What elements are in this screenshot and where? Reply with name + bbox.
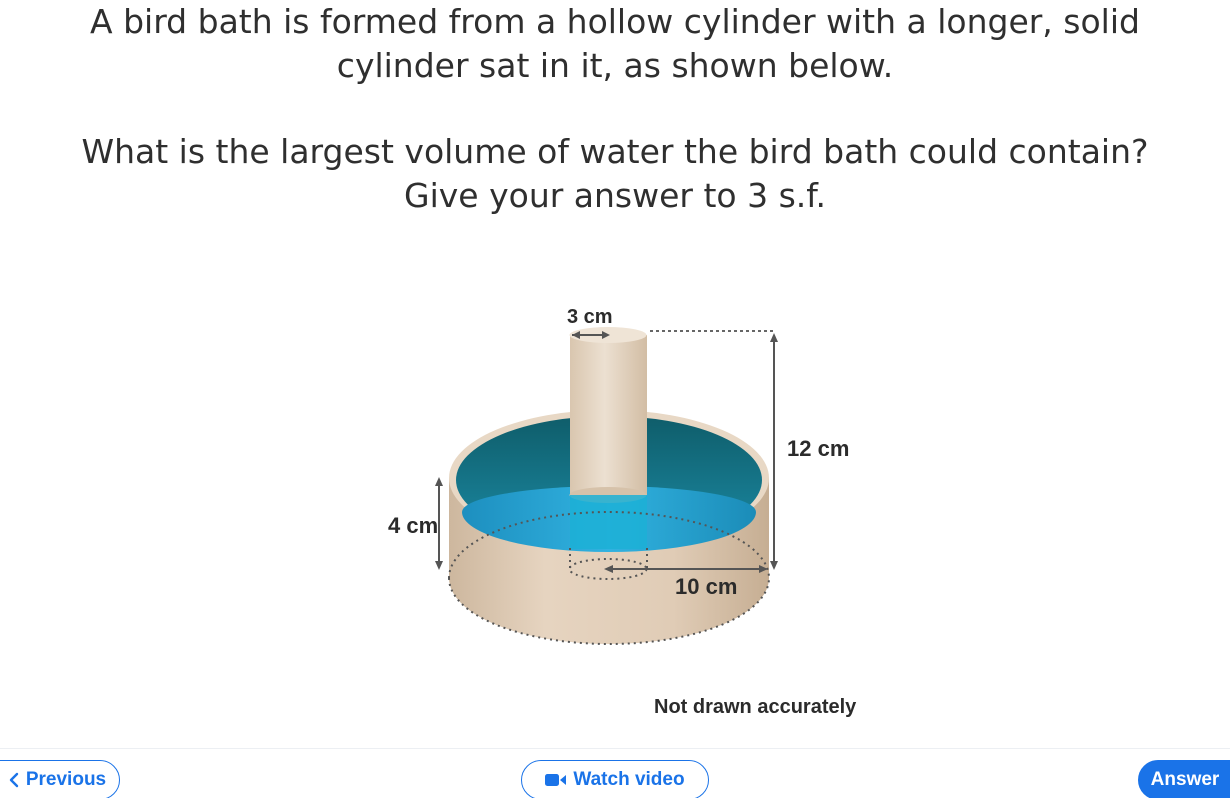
pillar-bottom bbox=[569, 487, 647, 503]
video-camera-icon bbox=[545, 773, 567, 787]
label-3cm: 3 cm bbox=[567, 306, 613, 328]
watch-video-label: Watch video bbox=[573, 769, 685, 790]
pillar-submerged bbox=[570, 495, 647, 549]
question-text: A bird bath is formed from a hollow cyli… bbox=[0, 0, 1230, 218]
bath-base-front bbox=[448, 577, 770, 645]
pillar-top bbox=[569, 327, 647, 343]
pillar-body bbox=[570, 335, 647, 495]
bath-rim bbox=[449, 410, 769, 546]
answer-label: Answer bbox=[1150, 769, 1220, 790]
bath-outer-wall bbox=[449, 478, 769, 644]
chevron-left-icon bbox=[8, 772, 20, 788]
question-line-3: What is the largest volume of water the … bbox=[81, 132, 1149, 171]
question-line-1: A bird bath is formed from a hollow cyli… bbox=[90, 2, 1140, 41]
pillar-base-hidden bbox=[568, 558, 648, 580]
water-surface bbox=[462, 486, 756, 552]
bath-base-hidden bbox=[448, 511, 770, 579]
question-line-4: Give your answer to 3 s.f. bbox=[404, 176, 826, 215]
label-10cm: 10 cm bbox=[675, 574, 737, 599]
not-drawn-accurately-note: Not drawn accurately bbox=[654, 696, 857, 718]
label-4cm: 4 cm bbox=[388, 513, 438, 538]
footer-divider bbox=[0, 748, 1230, 749]
question-line-2: cylinder sat in it, as shown below. bbox=[336, 46, 894, 85]
label-12cm: 12 cm bbox=[787, 436, 849, 461]
previous-button[interactable]: Previous bbox=[0, 760, 120, 798]
bath-inner-wall bbox=[456, 416, 762, 544]
previous-label: Previous bbox=[25, 769, 107, 790]
watch-video-button[interactable]: Watch video bbox=[521, 760, 709, 798]
answer-button[interactable]: Answer bbox=[1138, 760, 1230, 798]
